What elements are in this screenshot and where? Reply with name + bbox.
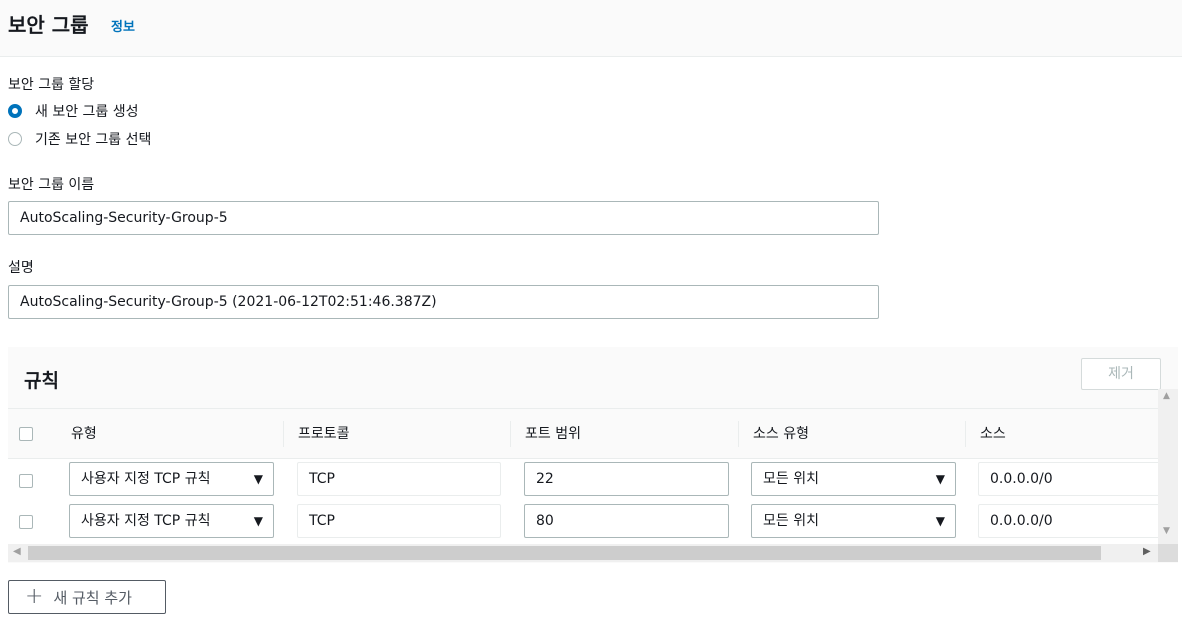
column-divider[interactable]: [283, 421, 284, 447]
plus-icon: +: [25, 584, 44, 609]
source-input[interactable]: 0.0.0.0/0: [978, 504, 1158, 538]
caret-down-icon: ▼: [935, 514, 945, 528]
caret-down-icon: ▼: [253, 472, 263, 486]
assignment-label: 보안 그룹 할당: [8, 77, 95, 93]
column-header-source-type[interactable]: 소스 유형: [753, 423, 809, 443]
type-select[interactable]: 사용자 지정 TCP 규칙 ▼: [69, 504, 274, 538]
scroll-right-icon[interactable]: ▶: [1143, 546, 1151, 557]
description-label: 설명: [8, 260, 34, 276]
section-header: 보안 그룹 정보: [0, 0, 1182, 57]
scroll-left-icon[interactable]: ◀: [13, 546, 21, 557]
column-header-source[interactable]: 소스: [980, 423, 1006, 443]
source-input[interactable]: 0.0.0.0/0: [978, 462, 1158, 496]
scroll-down-icon[interactable]: ▼: [1163, 526, 1170, 536]
column-header-protocol[interactable]: 프로토콜: [298, 423, 350, 443]
description-input[interactable]: AutoScaling-Security-Group-5 (2021-06-12…: [8, 285, 879, 319]
protocol-field: TCP: [297, 504, 501, 538]
caret-down-icon: ▼: [253, 514, 263, 528]
radio-label-create-new: 새 보안 그룹 생성: [35, 104, 139, 120]
source-type-select[interactable]: 모든 위치 ▼: [751, 462, 956, 496]
rules-table: 유형 프로토콜 포트 범위 소스 유형 소스 사용자 지정 TCP 규칙 ▼ T…: [8, 408, 1158, 544]
source-type-select-value: 모든 위치: [763, 471, 819, 487]
column-header-type[interactable]: 유형: [71, 423, 97, 443]
name-input[interactable]: AutoScaling-Security-Group-5: [8, 201, 879, 235]
radio-label-select-existing: 기존 보안 그룹 선택: [35, 132, 152, 148]
radio-button[interactable]: [8, 132, 22, 146]
type-select[interactable]: 사용자 지정 TCP 규칙 ▼: [69, 462, 274, 496]
source-type-select-value: 모든 위치: [763, 513, 819, 529]
port-range-input[interactable]: 22: [524, 462, 729, 496]
scroll-up-icon[interactable]: ▲: [1163, 391, 1170, 401]
row-checkbox[interactable]: [19, 515, 33, 529]
port-range-input[interactable]: 80: [524, 504, 729, 538]
column-divider[interactable]: [965, 421, 966, 447]
horizontal-scrollbar[interactable]: ◀ ▶: [8, 544, 1158, 562]
select-all-checkbox[interactable]: [19, 427, 33, 441]
vertical-scrollbar[interactable]: ▲ ▼: [1158, 389, 1178, 544]
name-label: 보안 그룹 이름: [8, 177, 95, 193]
source-type-select[interactable]: 모든 위치 ▼: [751, 504, 956, 538]
scrollbar-thumb[interactable]: [28, 546, 1101, 560]
scrollbar-corner: [1158, 544, 1178, 562]
remove-button[interactable]: 제거: [1081, 358, 1161, 390]
radio-create-new[interactable]: 새 보안 그룹 생성: [8, 101, 139, 121]
add-rule-label: 새 규칙 추가: [53, 588, 132, 607]
column-divider[interactable]: [738, 421, 739, 447]
column-divider[interactable]: [510, 421, 511, 447]
caret-down-icon: ▼: [935, 472, 945, 486]
radio-select-existing[interactable]: 기존 보안 그룹 선택: [8, 129, 151, 149]
row-checkbox[interactable]: [19, 474, 33, 488]
rules-panel: 규칙 제거 유형 프로토콜 포트 범위 소스 유형 소스 사용자 지정 TCP …: [8, 347, 1178, 563]
radio-button-checked[interactable]: [8, 104, 22, 118]
section-title: 보안 그룹: [8, 13, 89, 37]
add-rule-button[interactable]: + 새 규칙 추가: [8, 580, 166, 614]
table-header: 유형 프로토콜 포트 범위 소스 유형 소스: [8, 409, 1158, 459]
type-select-value: 사용자 지정 TCP 규칙: [81, 471, 211, 487]
info-link[interactable]: 정보: [111, 16, 135, 35]
rules-title: 규칙: [24, 370, 59, 392]
protocol-field: TCP: [297, 462, 501, 496]
type-select-value: 사용자 지정 TCP 규칙: [81, 513, 211, 529]
column-header-port-range[interactable]: 포트 범위: [525, 423, 581, 443]
